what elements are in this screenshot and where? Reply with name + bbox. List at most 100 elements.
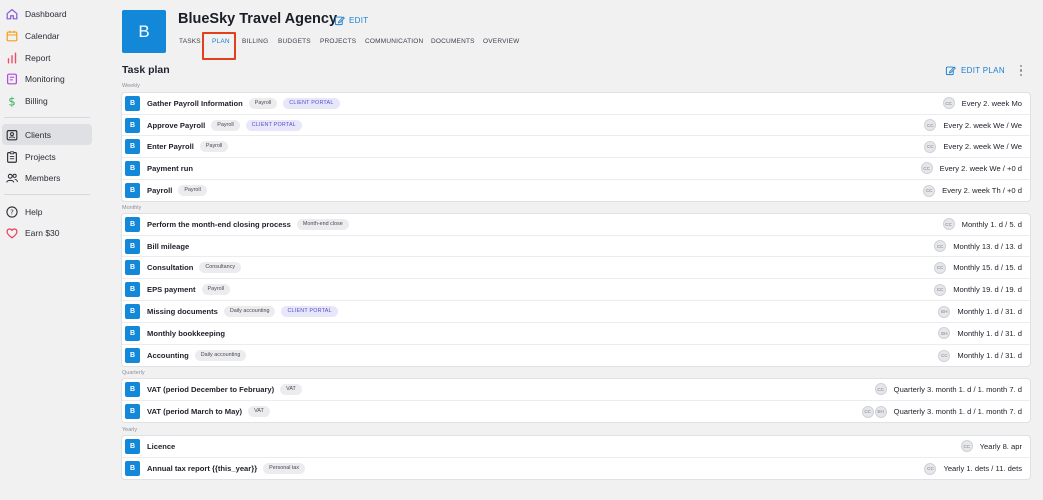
task-tag: Month-end close (296, 218, 349, 230)
sidebar-item-monitoring[interactable]: Monitoring (2, 68, 92, 89)
task-row[interactable]: B Payroll Payroll CC Every 2. week Th / … (122, 180, 1030, 202)
sidebar-item-help[interactable]: ? Help (2, 201, 92, 222)
task-row[interactable]: B Licence CC Yearly 8. apr (122, 436, 1030, 458)
sidebar-item-dashboard[interactable]: Dashboard (2, 3, 92, 24)
more-options-icon[interactable] (1016, 64, 1026, 77)
sidebar-item-report[interactable]: Report (2, 47, 92, 68)
assignee-avatar: CC (934, 240, 947, 253)
task-row[interactable]: B Accounting Daily accounting CC Monthly… (122, 345, 1030, 367)
assignee-avatar: CC (924, 119, 937, 132)
calendar-icon (5, 29, 19, 43)
task-meta: CC Monthly 19. d / 19. d (934, 283, 1030, 296)
app-window: Dashboard Calendar Report Monitoring $ B… (0, 0, 1043, 500)
tab-tasks[interactable]: TASKS (179, 38, 201, 45)
tab-overview[interactable]: OVERVIEW (483, 38, 520, 45)
task-row[interactable]: B Perform the month-end closing process … (122, 214, 1030, 236)
task-meta: CC EH Quarterly 3. month 1. d / 1. month… (861, 405, 1030, 418)
assignee-avatar: EH (938, 327, 951, 340)
task-meta: EH Monthly 1. d / 31. d (938, 305, 1030, 318)
group-label-quarterly: Quarterly (122, 370, 145, 376)
help-circle-icon: ? (5, 205, 19, 219)
tab-documents[interactable]: DOCUMENTS (431, 38, 475, 45)
task-row[interactable]: B VAT (period December to February) VAT … (122, 379, 1030, 401)
assignee-avatar: CC (920, 162, 933, 175)
sidebar-item-projects[interactable]: Projects (2, 146, 92, 167)
task-name: Missing documents (147, 307, 218, 317)
task-schedule: Yearly 1. dets / 11. dets (943, 464, 1022, 474)
task-client-icon: B (125, 325, 140, 341)
task-schedule: Every 2. week We / +0 d (939, 163, 1022, 173)
task-client-icon: B (125, 438, 140, 454)
edit-label: EDIT (349, 15, 369, 25)
monitor-icon (5, 72, 19, 86)
task-schedule: Monthly 19. d / 19. d (953, 285, 1022, 295)
tab-communication[interactable]: COMMUNICATION (365, 38, 423, 45)
task-meta: CC Yearly 1. dets / 11. dets (924, 462, 1030, 475)
task-row[interactable]: B EPS payment Payroll CC Monthly 19. d /… (122, 279, 1030, 302)
task-row[interactable]: B Missing documents Daily accounting CLI… (122, 301, 1030, 323)
task-row[interactable]: B Enter Payroll Payroll CC Every 2. week… (122, 136, 1030, 159)
task-client-icon: B (125, 381, 140, 397)
sidebar-divider (4, 117, 90, 118)
task-row[interactable]: B Gather Payroll Information Payroll CLI… (122, 93, 1030, 115)
task-name: Enter Payroll (147, 142, 194, 152)
edit-client-button[interactable]: EDIT (334, 13, 368, 27)
task-row[interactable]: B Annual tax report {{this_year}} Person… (122, 458, 1030, 480)
task-client-icon: B (125, 238, 140, 254)
task-row[interactable]: B Approve Payroll Payroll CLIENT PORTAL … (122, 115, 1030, 137)
task-name: Licence (147, 441, 176, 451)
task-meta: CC Monthly 1. d / 5. d (942, 218, 1030, 231)
sidebar-item-calendar[interactable]: Calendar (2, 25, 92, 46)
bar-chart-icon (5, 51, 19, 65)
task-name: Gather Payroll Information (147, 98, 243, 108)
edit-plan-button[interactable]: EDIT PLAN (945, 64, 1005, 77)
task-meta: CC Every 2. week Mo (942, 97, 1030, 110)
task-client-icon: B (125, 304, 140, 320)
sidebar-item-clients[interactable]: Clients (2, 124, 92, 145)
task-client-icon: B (125, 95, 140, 111)
task-client-icon: B (125, 117, 140, 133)
task-meta: EH Monthly 1. d / 31. d (938, 327, 1030, 340)
task-client-icon: B (125, 282, 140, 298)
sidebar: Dashboard Calendar Report Monitoring $ B… (0, 0, 100, 500)
task-tag: VAT (248, 406, 270, 418)
task-row[interactable]: B Monthly bookkeeping EH Monthly 1. d / … (122, 323, 1030, 345)
client-avatar: B (122, 10, 166, 53)
edit-icon (334, 16, 345, 25)
client-portal-tag: CLIENT PORTAL (281, 306, 338, 318)
task-schedule: Monthly 15. d / 15. d (953, 263, 1022, 273)
assignee-avatar: CC (938, 349, 951, 362)
task-tag: VAT (280, 383, 302, 395)
clipboard-icon (5, 150, 19, 164)
assignee-avatar: CC (934, 261, 947, 274)
sidebar-item-label: Calendar (25, 30, 60, 41)
sidebar-item-members[interactable]: Members (2, 167, 92, 188)
task-schedule: Quarterly 3. month 1. d / 1. month 7. d (893, 384, 1022, 394)
sidebar-item-label: Dashboard (25, 8, 67, 19)
task-schedule: Every 2. week We / We (943, 120, 1022, 130)
task-name: VAT (period March to May) (147, 407, 243, 417)
task-row[interactable]: B Bill mileage CC Monthly 13. d / 13. d (122, 236, 1030, 258)
task-tag: Daily accounting (223, 306, 276, 318)
sidebar-item-label: Monitoring (25, 73, 65, 84)
task-client-icon: B (125, 216, 140, 232)
task-schedule: Monthly 13. d / 13. d (953, 241, 1022, 251)
assignee-avatar: CC (934, 283, 947, 296)
tab-budgets[interactable]: BUDGETS (278, 38, 311, 45)
task-schedule: Monthly 1. d / 5. d (961, 219, 1022, 229)
sidebar-item-billing[interactable]: $ Billing (2, 90, 92, 111)
heart-icon (5, 226, 19, 240)
task-name: Approve Payroll (147, 120, 206, 130)
sidebar-item-earn[interactable]: Earn $30 (2, 222, 92, 243)
task-schedule: Every 2. week Mo (961, 98, 1022, 108)
sidebar-divider (4, 194, 90, 195)
tab-billing[interactable]: BILLING (242, 38, 268, 45)
task-tag: Payroll (211, 119, 240, 131)
task-client-icon: B (125, 348, 140, 364)
client-portal-tag: CLIENT PORTAL (283, 97, 340, 109)
task-row[interactable]: B Consultation Consultancy CC Monthly 15… (122, 258, 1030, 280)
tab-projects[interactable]: PROJECTS (320, 38, 356, 45)
assignee-avatar: EH (938, 305, 951, 318)
task-row[interactable]: B Payment run CC Every 2. week We / +0 d (122, 158, 1030, 180)
task-row[interactable]: B VAT (period March to May) VAT CC EH Qu… (122, 401, 1030, 423)
